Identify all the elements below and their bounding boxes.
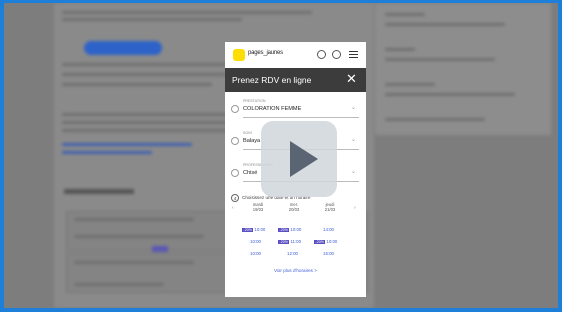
discount-badge: -20%	[278, 239, 290, 244]
play-icon	[290, 141, 318, 177]
background-heading	[64, 189, 134, 194]
field-value: COLORATION FEMME	[243, 106, 302, 112]
pagesjaunes-logo-icon	[233, 49, 245, 61]
field-value: Chisé	[243, 170, 258, 176]
check-icon	[231, 137, 239, 145]
discount-badge: -20%	[242, 227, 254, 232]
discount-badge: -20%	[278, 227, 290, 232]
logo-text: pages_jaunes	[248, 50, 283, 56]
location-icon[interactable]	[317, 50, 326, 59]
step-number: 4	[231, 194, 239, 202]
day-column-header: mardi 19/03	[252, 202, 264, 212]
chevron-down-icon: ⌄	[351, 105, 357, 111]
background-sidebar	[374, 3, 551, 135]
chevron-down-icon: ⌄	[351, 169, 357, 175]
field-value: Balaya	[243, 138, 261, 144]
menu-icon[interactable]	[349, 51, 358, 58]
prestation-select[interactable]: prestation COLORATION FEMME ⌄	[230, 98, 361, 120]
time-slot[interactable]: 10:00	[250, 239, 261, 244]
day-column-header: jeudi 21/03	[324, 202, 336, 212]
check-icon	[231, 169, 239, 177]
more-times-link[interactable]: Voir plus d'horaires >	[225, 268, 366, 273]
time-slot[interactable]: 10:00	[250, 251, 261, 256]
time-slot[interactable]: -20% 10:00	[314, 239, 337, 244]
time-slot[interactable]: 12:00	[287, 251, 298, 256]
field-label: prestation	[243, 99, 266, 103]
time-slot[interactable]: -20% 10:00	[242, 227, 265, 232]
modal-header: Prenez RDV en ligne ✕	[225, 68, 366, 92]
video-thumbnail-frame[interactable]: pages_jaunes Prenez RDV en ligne ✕ prest…	[0, 0, 562, 312]
chevron-down-icon: ⌄	[351, 137, 357, 143]
play-button[interactable]	[261, 121, 337, 197]
check-icon	[231, 105, 239, 113]
chevron-right-icon[interactable]: ›	[354, 205, 356, 211]
time-slot[interactable]: -20% 10:00	[278, 227, 301, 232]
chevron-left-icon[interactable]: ‹	[232, 205, 234, 211]
modal-title: Prenez RDV en ligne	[232, 75, 312, 85]
modal-topbar: pages_jaunes	[225, 42, 366, 69]
discount-badge: -20%	[314, 239, 326, 244]
field-label: soin	[243, 131, 252, 135]
day-column-header: mer. 20/03	[288, 202, 300, 212]
close-icon[interactable]: ✕	[346, 72, 357, 86]
time-slot[interactable]: 14:00	[323, 227, 334, 232]
time-slot[interactable]: -20% 11:00	[278, 239, 301, 244]
time-slot[interactable]: 16:00	[323, 251, 334, 256]
background-blue-button	[84, 41, 162, 55]
user-icon[interactable]	[332, 50, 341, 59]
background-tag	[152, 246, 168, 252]
